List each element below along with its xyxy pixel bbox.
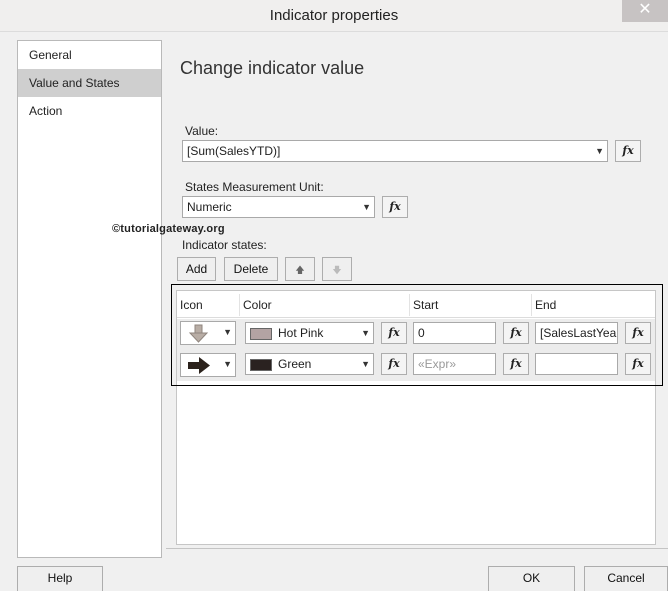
- nav-item-action[interactable]: Action: [18, 97, 161, 125]
- arrow-right-icon: [188, 357, 210, 374]
- row1-icon-combo[interactable]: ▼: [180, 321, 236, 345]
- row2-start-fx-button[interactable]: fx: [503, 353, 529, 375]
- chevron-down-icon: ▼: [223, 359, 232, 369]
- row1-end-fx-button[interactable]: fx: [625, 322, 651, 344]
- unit-text: Numeric: [187, 200, 232, 214]
- row2-color-name: Green: [278, 357, 312, 371]
- unit-combo[interactable]: Numeric ▼: [182, 196, 375, 218]
- nav-list: General Value and States Action: [17, 40, 162, 558]
- row1-color-name: Hot Pink: [278, 326, 324, 340]
- row2-color-fx-button[interactable]: fx: [381, 353, 407, 375]
- value-label: Value:: [185, 124, 219, 138]
- value-fx-button[interactable]: fx: [615, 140, 641, 162]
- row2-color-combo[interactable]: Green ▼: [245, 353, 374, 375]
- arrow-up-icon: 🡅: [295, 265, 305, 275]
- unit-label: States Measurement Unit:: [185, 180, 324, 194]
- chevron-down-icon: ▼: [223, 327, 232, 337]
- row1-color-combo[interactable]: Hot Pink ▼: [245, 322, 374, 344]
- row2-end-field[interactable]: [535, 353, 618, 375]
- title-bar: Indicator properties ✕: [0, 0, 668, 32]
- row2-start-field[interactable]: «Expr»: [413, 353, 496, 375]
- row1-color-fx-button[interactable]: fx: [381, 322, 407, 344]
- delete-button[interactable]: Delete: [224, 257, 278, 281]
- row1-start-fx-button[interactable]: fx: [503, 322, 529, 344]
- close-button[interactable]: ✕: [622, 0, 668, 22]
- chevron-down-icon: ▼: [362, 202, 371, 212]
- nav-item-value-and-states[interactable]: Value and States: [18, 69, 161, 97]
- row2-icon-combo[interactable]: ▼: [180, 353, 236, 377]
- add-button[interactable]: Add: [177, 257, 216, 281]
- help-button[interactable]: Help: [17, 566, 103, 591]
- nav-item-general[interactable]: General: [18, 41, 161, 69]
- chevron-down-icon: ▼: [361, 328, 370, 338]
- ok-button[interactable]: OK: [488, 566, 575, 591]
- chevron-down-icon: ▼: [595, 146, 604, 156]
- move-up-button[interactable]: 🡅: [285, 257, 315, 281]
- move-down-button[interactable]: 🡇: [322, 257, 352, 281]
- watermark: ©tutorialgateway.org: [112, 223, 225, 235]
- row1-color-swatch: [250, 328, 272, 340]
- row2-color-swatch: [250, 359, 272, 371]
- value-text: [Sum(SalesYTD)]: [187, 144, 281, 158]
- window-title: Indicator properties: [269, 7, 399, 24]
- cancel-button[interactable]: Cancel: [584, 566, 668, 591]
- page-title: Change indicator value: [180, 58, 365, 78]
- states-label: Indicator states:: [182, 238, 267, 252]
- row1-end-field[interactable]: [SalesLastYear]: [535, 322, 618, 344]
- unit-fx-button[interactable]: fx: [382, 196, 408, 218]
- arrow-down-icon: [188, 324, 209, 343]
- footer-divider: [166, 548, 668, 549]
- arrow-down-icon: 🡇: [332, 265, 342, 275]
- value-combo[interactable]: [Sum(SalesYTD)] ▼: [182, 140, 608, 162]
- row2-end-fx-button[interactable]: fx: [625, 353, 651, 375]
- chevron-down-icon: ▼: [361, 359, 370, 369]
- row1-start-field[interactable]: 0: [413, 322, 496, 344]
